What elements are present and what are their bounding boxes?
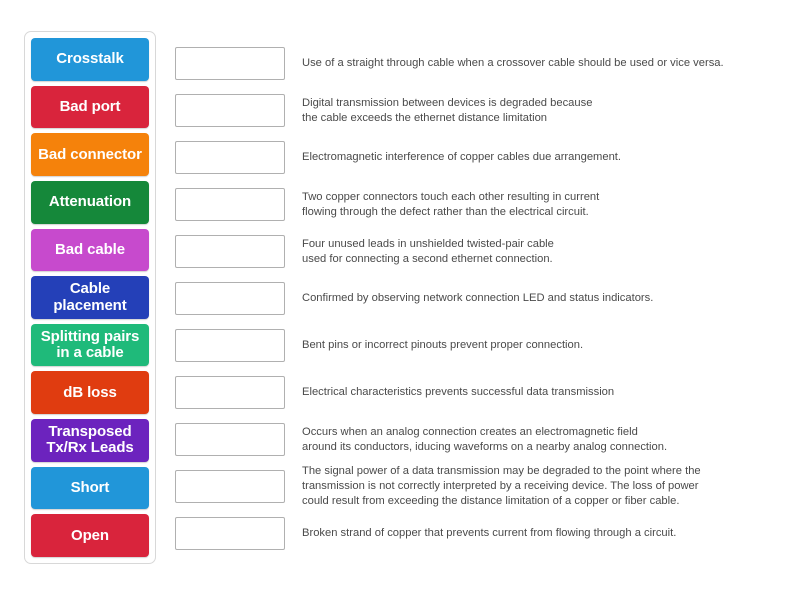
- question-prompt: Four unused leads in unshielded twisted-…: [302, 237, 554, 265]
- question-prompt: Use of a straight through cable when a c…: [302, 57, 724, 70]
- question-row: Two copper connectors touch each other r…: [175, 181, 775, 228]
- question-prompt: Two copper connectors touch each other r…: [302, 190, 600, 218]
- answer-dropzone[interactable]: [175, 188, 285, 221]
- question-prompt: Bent pins or incorrect pinouts prevent p…: [302, 339, 584, 352]
- question-row: Broken strand of copper that prevents cu…: [175, 510, 775, 557]
- question-prompt: The signal power of a data transmission …: [302, 465, 701, 507]
- answer-tile[interactable]: dB loss: [31, 371, 149, 415]
- answer-tile[interactable]: Cable placement: [31, 276, 149, 319]
- question-row: Electrical characteristics prevents succ…: [175, 369, 775, 416]
- match-up-activity: Crosstalk Bad port Bad connector Attenuatio…: [0, 0, 800, 600]
- question-row: Use of a straight through cable when a c…: [175, 40, 775, 87]
- question-prompt: Electromagnetic interference of copper c…: [302, 151, 622, 164]
- answer-tile[interactable]: Bad port: [31, 85, 149, 129]
- answer-tile[interactable]: Splitting pairs in a cable: [31, 323, 149, 367]
- answer-dropzone[interactable]: [175, 282, 285, 315]
- question-row: Electromagnetic interference of copper c…: [175, 134, 775, 181]
- answer-dropzone[interactable]: [175, 517, 285, 550]
- answer-dropzone[interactable]: [175, 47, 285, 80]
- answer-dropzone[interactable]: [175, 376, 285, 409]
- question-prompt: Electrical characteristics prevents succ…: [302, 386, 615, 399]
- question-prompt: Confirmed by observing network connectio…: [302, 292, 654, 305]
- question-row: Bent pins or incorrect pinouts prevent p…: [175, 322, 775, 369]
- answer-dropzone[interactable]: [175, 329, 285, 362]
- answer-tile-tray: Crosstalk Bad port Bad connector Attenuatio…: [24, 31, 156, 564]
- question-row: Confirmed by observing network connectio…: [175, 275, 775, 322]
- question-row: The signal power of a data transmission …: [175, 463, 775, 510]
- answer-tile[interactable]: Short: [31, 466, 149, 510]
- question-prompt: Digital transmission between devices is …: [302, 96, 593, 124]
- answer-dropzone[interactable]: [175, 235, 285, 268]
- answer-dropzone[interactable]: [175, 470, 285, 503]
- question-prompt: Broken strand of copper that prevents cu…: [302, 527, 677, 540]
- answer-tile[interactable]: Crosstalk: [31, 38, 149, 81]
- answer-tile[interactable]: Attenuation: [31, 180, 149, 224]
- question-row: Occurs when an analog connection creates…: [175, 416, 775, 463]
- answer-tile[interactable]: Transposed Tx/Rx Leads: [31, 419, 149, 462]
- question-prompt: Occurs when an analog connection creates…: [302, 425, 668, 453]
- answer-tile[interactable]: Open: [31, 514, 149, 558]
- answer-tile[interactable]: Bad cable: [31, 228, 149, 272]
- answer-dropzone[interactable]: [175, 423, 285, 456]
- question-row: Four unused leads in unshielded twisted-…: [175, 228, 775, 275]
- answer-dropzone[interactable]: [175, 94, 285, 127]
- answer-tile[interactable]: Bad connector: [31, 133, 149, 176]
- question-rows: Use of a straight through cable when a c…: [175, 40, 775, 557]
- answer-dropzone[interactable]: [175, 141, 285, 174]
- question-row: Digital transmission between devices is …: [175, 87, 775, 134]
